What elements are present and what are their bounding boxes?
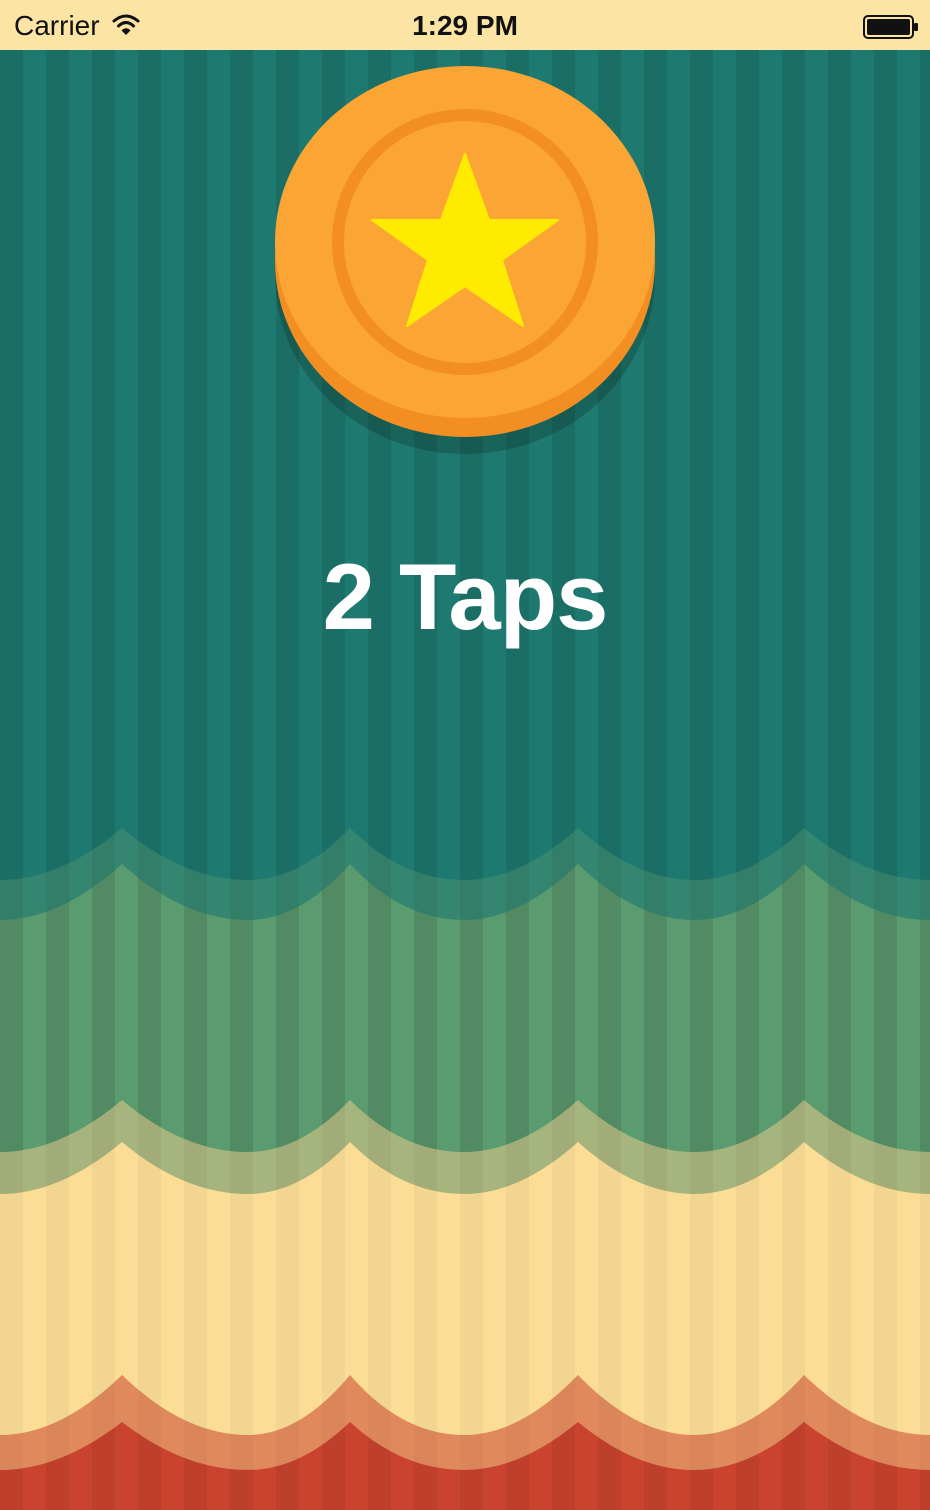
tap-count-label: 2 Taps — [322, 544, 609, 649]
battery-icon — [863, 15, 918, 39]
clock-time: 1:29 PM — [412, 10, 518, 41]
star-coin-icon[interactable] — [270, 66, 660, 456]
status-bar: Carrier 1:29 PM — [0, 0, 930, 50]
